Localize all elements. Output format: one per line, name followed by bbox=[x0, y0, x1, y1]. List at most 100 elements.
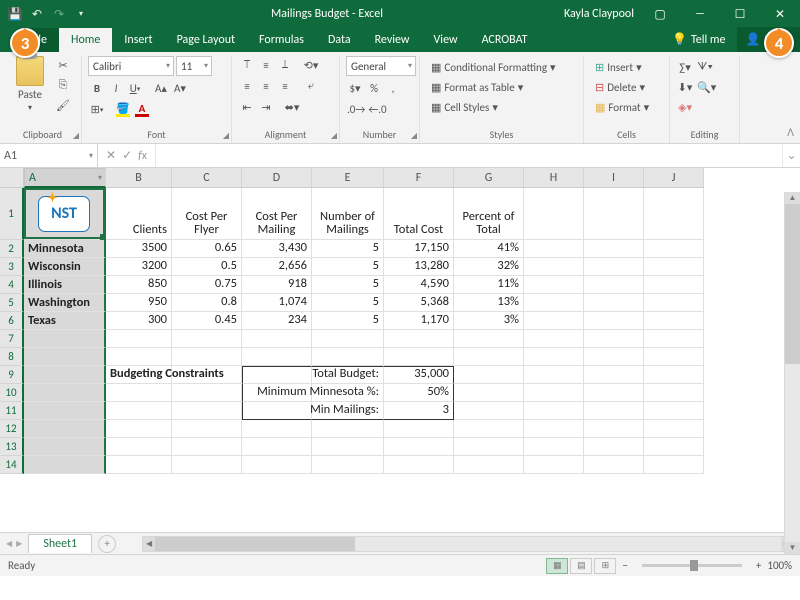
cell-I14[interactable] bbox=[584, 456, 644, 474]
cell-B13[interactable] bbox=[106, 438, 172, 456]
cell-E7[interactable] bbox=[312, 330, 384, 348]
cell-A5[interactable]: Washington bbox=[24, 294, 106, 312]
decrease-decimal-icon[interactable]: ←.0 bbox=[367, 100, 387, 118]
cell-C14[interactable] bbox=[172, 456, 242, 474]
fill-icon[interactable]: ⬇▾ bbox=[676, 78, 694, 96]
row-header-8[interactable]: 8 bbox=[0, 348, 24, 366]
cell-D14[interactable] bbox=[242, 456, 312, 474]
cell-B7[interactable] bbox=[106, 330, 172, 348]
col-header-C[interactable]: C bbox=[172, 168, 242, 188]
cell-B4[interactable]: 850 bbox=[106, 276, 172, 294]
zoom-slider[interactable] bbox=[642, 564, 742, 567]
format-as-table-button[interactable]: ▦Format as Table▾ bbox=[426, 78, 528, 96]
cell-B11[interactable] bbox=[106, 402, 172, 420]
tab-scroll-left-icon[interactable]: ◀ bbox=[6, 539, 12, 549]
cell-A10[interactable] bbox=[24, 384, 106, 402]
cell-A14[interactable] bbox=[24, 456, 106, 474]
cell-J10[interactable] bbox=[644, 384, 704, 402]
cell-D3[interactable]: 2,656 bbox=[242, 258, 312, 276]
cell-C4[interactable]: 0.75 bbox=[172, 276, 242, 294]
cell-J11[interactable] bbox=[644, 402, 704, 420]
cut-icon[interactable]: ✂ bbox=[54, 56, 72, 74]
formula-input[interactable] bbox=[156, 144, 782, 167]
cell-H1[interactable] bbox=[524, 188, 584, 240]
format-painter-icon[interactable]: 🖌 bbox=[54, 96, 72, 114]
find-select-icon[interactable]: 🔍▾ bbox=[696, 78, 717, 96]
cell-C2[interactable]: 0.65 bbox=[172, 240, 242, 258]
vscroll-up-icon[interactable]: ▲ bbox=[785, 192, 800, 204]
cell-H2[interactable] bbox=[524, 240, 584, 258]
cell-C1[interactable]: Cost Per Flyer bbox=[172, 188, 242, 240]
cell-D1[interactable]: Cost Per Mailing bbox=[242, 188, 312, 240]
font-color-icon[interactable]: A bbox=[133, 100, 151, 118]
hscroll-thumb[interactable] bbox=[155, 537, 355, 551]
tab-data[interactable]: Data bbox=[316, 28, 363, 52]
save-icon[interactable]: 💾 bbox=[6, 5, 24, 23]
paste-button[interactable]: Paste▾ bbox=[10, 56, 50, 113]
cell-C10[interactable] bbox=[172, 384, 242, 402]
cell-E6[interactable]: 5 bbox=[312, 312, 384, 330]
percent-format-icon[interactable]: % bbox=[365, 79, 383, 97]
cell-B1[interactable]: Clients bbox=[106, 188, 172, 240]
cell-F7[interactable] bbox=[384, 330, 454, 348]
clipboard-launcher-icon[interactable]: ◢ bbox=[73, 131, 79, 141]
cell-F4[interactable]: 4,590 bbox=[384, 276, 454, 294]
zoom-out-button[interactable]: − bbox=[622, 559, 627, 572]
cell-F11[interactable]: 3 bbox=[384, 402, 454, 420]
cell-D2[interactable]: 3,430 bbox=[242, 240, 312, 258]
col-header-G[interactable]: G bbox=[454, 168, 524, 188]
font-name-select[interactable]: Calibri bbox=[88, 56, 174, 76]
cell-A12[interactable] bbox=[24, 420, 106, 438]
zoom-in-button[interactable]: + bbox=[756, 559, 761, 572]
cell-I4[interactable] bbox=[584, 276, 644, 294]
tab-view[interactable]: View bbox=[422, 28, 470, 52]
cell-D13[interactable] bbox=[242, 438, 312, 456]
row-header-4[interactable]: 4 bbox=[0, 276, 24, 294]
wrap-text-icon[interactable]: ⤶ bbox=[302, 77, 320, 95]
cell-B14[interactable] bbox=[106, 456, 172, 474]
cell-C12[interactable] bbox=[172, 420, 242, 438]
conditional-formatting-button[interactable]: ▦Conditional Formatting▾ bbox=[426, 58, 561, 76]
delete-cells-button[interactable]: ⊟Delete▾ bbox=[590, 78, 650, 96]
align-center-icon[interactable]: ≡ bbox=[257, 77, 275, 95]
zoom-level[interactable]: 100% bbox=[767, 559, 792, 572]
cell-H7[interactable] bbox=[524, 330, 584, 348]
cell-B5[interactable]: 950 bbox=[106, 294, 172, 312]
cell-E14[interactable] bbox=[312, 456, 384, 474]
cell-H9[interactable] bbox=[524, 366, 584, 384]
clear-icon[interactable]: ◈▾ bbox=[676, 98, 694, 116]
cell-D6[interactable]: 234 bbox=[242, 312, 312, 330]
cell-E4[interactable]: 5 bbox=[312, 276, 384, 294]
cell-H11[interactable] bbox=[524, 402, 584, 420]
cell-A9[interactable] bbox=[24, 366, 106, 384]
cell-F10[interactable]: 50% bbox=[384, 384, 454, 402]
align-left-icon[interactable]: ≡ bbox=[238, 77, 256, 95]
align-middle-icon[interactable]: ≡ bbox=[257, 56, 275, 74]
horizontal-scrollbar[interactable]: ◀ ▶ bbox=[142, 536, 794, 552]
cell-I8[interactable] bbox=[584, 348, 644, 366]
tab-page-layout[interactable]: Page Layout bbox=[165, 28, 247, 52]
cell-G3[interactable]: 32% bbox=[454, 258, 524, 276]
cell-I9[interactable] bbox=[584, 366, 644, 384]
cell-B2[interactable]: 3500 bbox=[106, 240, 172, 258]
autosum-icon[interactable]: ∑▾ bbox=[676, 58, 694, 76]
cell-D11[interactable] bbox=[242, 402, 312, 420]
cell-G7[interactable] bbox=[454, 330, 524, 348]
fill-color-icon[interactable]: 🪣 bbox=[114, 100, 132, 118]
cell-A4[interactable]: Illinois bbox=[24, 276, 106, 294]
increase-indent-icon[interactable]: ⇥ bbox=[257, 98, 275, 116]
cell-E13[interactable] bbox=[312, 438, 384, 456]
cell-B10[interactable] bbox=[106, 384, 172, 402]
copy-icon[interactable]: ⎘ bbox=[54, 76, 72, 94]
alignment-launcher-icon[interactable]: ◢ bbox=[331, 131, 337, 141]
cell-H3[interactable] bbox=[524, 258, 584, 276]
cell-A2[interactable]: Minnesota bbox=[24, 240, 106, 258]
cell-A7[interactable] bbox=[24, 330, 106, 348]
cell-H8[interactable] bbox=[524, 348, 584, 366]
row-header-2[interactable]: 2 bbox=[0, 240, 24, 258]
accounting-format-icon[interactable]: $▾ bbox=[346, 79, 364, 97]
col-header-H[interactable]: H bbox=[524, 168, 584, 188]
qat-customize-icon[interactable]: ▾ bbox=[72, 5, 90, 23]
cell-B6[interactable]: 300 bbox=[106, 312, 172, 330]
tab-acrobat[interactable]: ACROBAT bbox=[470, 28, 540, 52]
